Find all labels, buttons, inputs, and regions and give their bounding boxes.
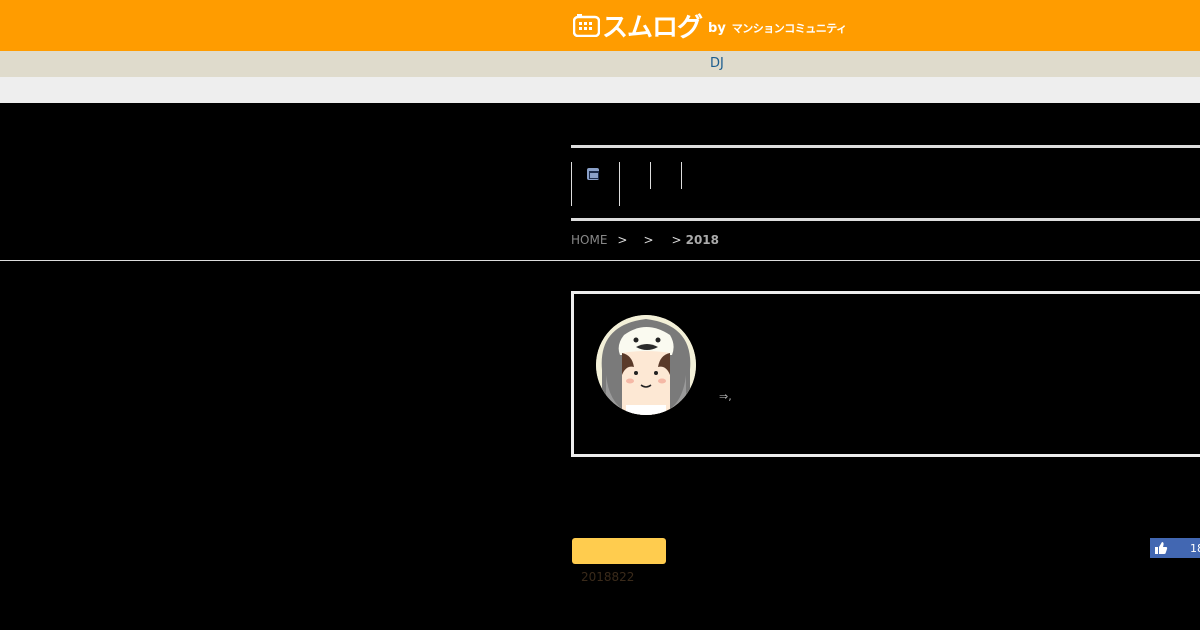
breadcrumb: HOME > > > 2018 [571, 233, 719, 247]
content-divider [0, 260, 1200, 261]
nav-separator [650, 162, 651, 189]
author-profile-box: ⇒, [571, 291, 1200, 457]
author-bio: ⇒, [719, 390, 732, 403]
logo-by: by [708, 20, 726, 36]
sub-nav-link[interactable]: DJ [710, 56, 724, 71]
nav-separator [619, 162, 620, 206]
breadcrumb-separator: > [643, 233, 654, 247]
building-icon [573, 14, 600, 37]
sub-nav-bar: DJ [0, 51, 1200, 77]
author-avatar [596, 315, 696, 415]
site-logo[interactable]: スムログ by マンションコミュニティ [573, 9, 847, 43]
breadcrumb-current: 2018 [685, 233, 719, 247]
breadcrumb-separator: > [617, 233, 628, 247]
logo-text: スムログ [602, 12, 703, 43]
breadcrumb-separator: > [671, 233, 682, 247]
nav-divider-top [571, 145, 1200, 148]
nav-separator [681, 162, 682, 189]
nav-separator [571, 162, 572, 206]
nav-divider-bottom [571, 218, 1200, 221]
breadcrumb-home[interactable]: HOME [571, 233, 607, 247]
thumbs-up-icon [1155, 542, 1168, 554]
secondary-bar [0, 77, 1200, 103]
penguin-girl-avatar-icon [596, 315, 696, 415]
facebook-like-button[interactable]: 18 [1150, 538, 1200, 558]
logo-subtitle: マンションコミュニティ [731, 22, 847, 35]
site-header: スムログ by マンションコミュニティ [0, 0, 1200, 51]
category-tag-button[interactable] [572, 538, 666, 564]
like-count: 18 [1190, 541, 1200, 555]
mail-icon[interactable] [587, 168, 599, 180]
post-date: 2018822 [581, 570, 635, 584]
